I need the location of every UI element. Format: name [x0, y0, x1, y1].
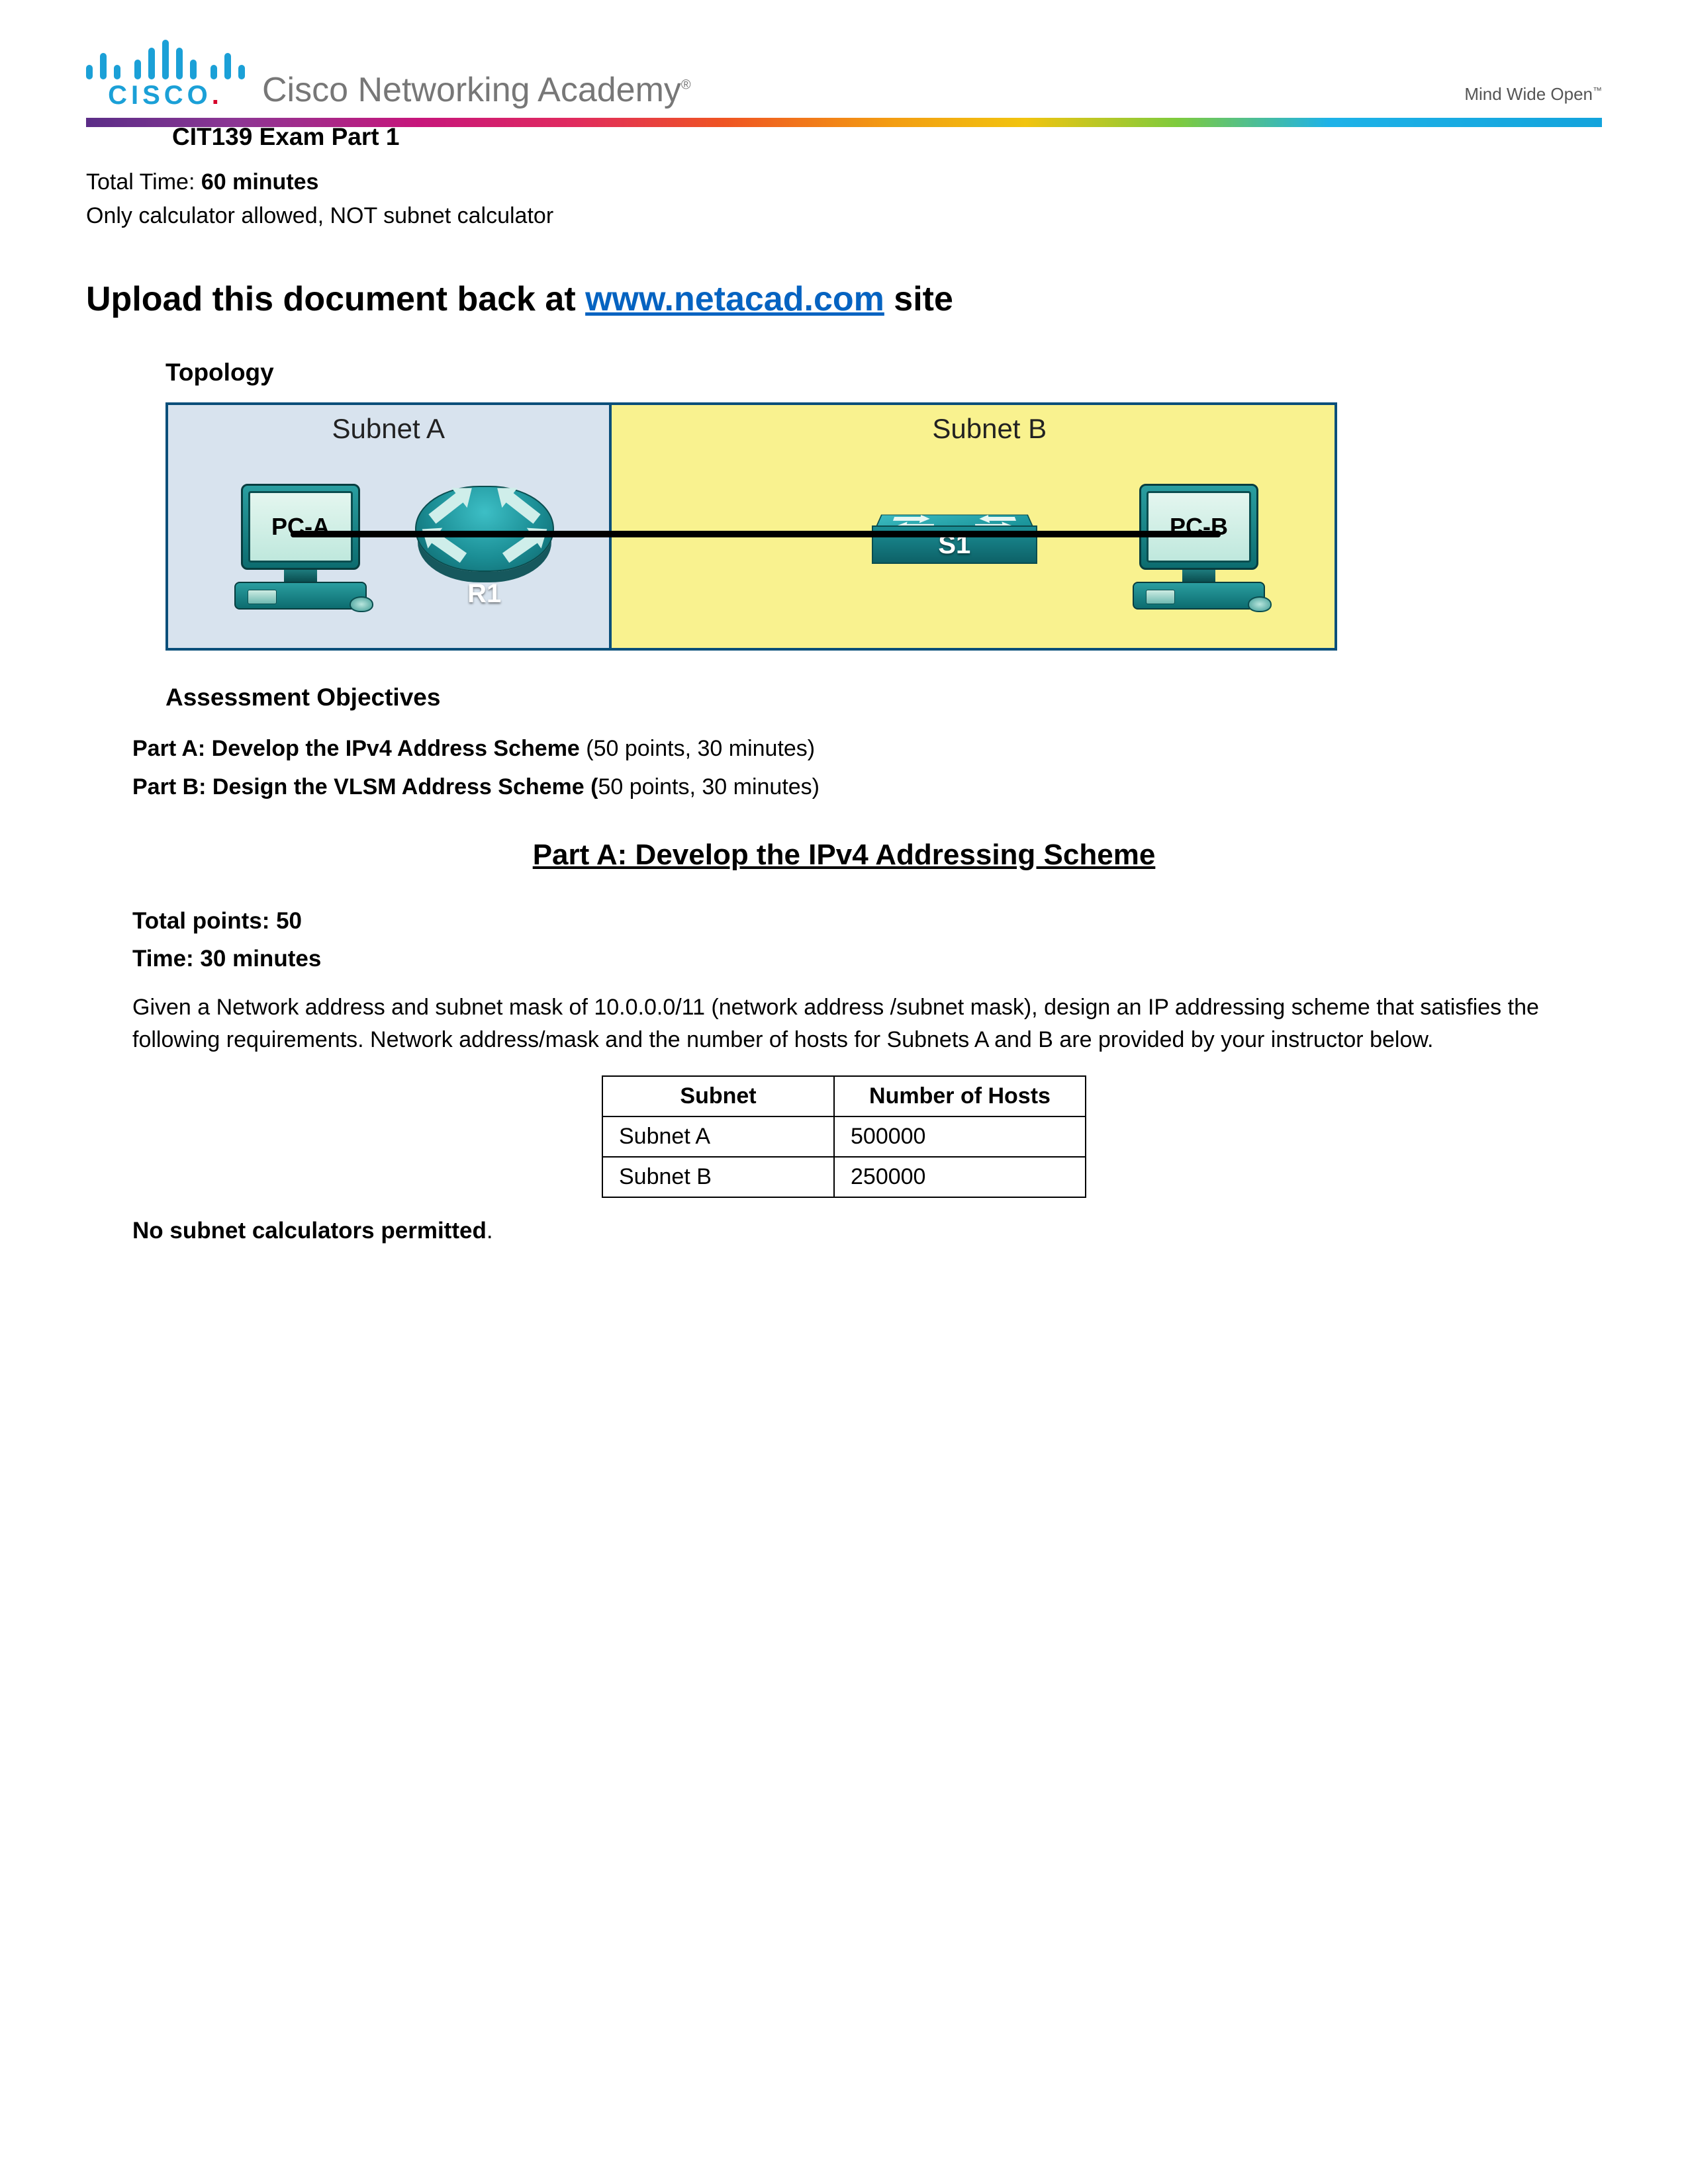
cisco-logo: CISCO.: [86, 40, 245, 109]
academy-title: Cisco Networking Academy®: [262, 73, 691, 109]
table-header-row: Subnet Number of Hosts: [602, 1076, 1086, 1116]
objective-b: Part B: Design the VLSM Address Scheme (…: [132, 768, 1602, 807]
col-hosts: Number of Hosts: [834, 1076, 1086, 1116]
router-icon: R1: [415, 486, 554, 572]
part-a-title: Part A: Develop the IPv4 Addressing Sche…: [86, 839, 1602, 872]
hosts-table: Subnet Number of Hosts Subnet A 500000 S…: [602, 1075, 1086, 1198]
logo-block: CISCO. Cisco Networking Academy®: [86, 40, 691, 109]
objectives-list: Part A: Develop the IPv4 Address Scheme …: [86, 730, 1602, 807]
pc-a-icon: PC-A: [228, 484, 373, 610]
pc-b-icon: PC-B: [1126, 484, 1272, 610]
table-row: Subnet B 250000: [602, 1157, 1086, 1197]
no-calculator-note: No subnet calculators permitted.: [86, 1218, 1602, 1244]
subnet-a-region: Subnet A G0/0 G0/1 F0/5 F0/6 PC-A: [168, 405, 612, 648]
netacad-link[interactable]: www.netacad.com: [585, 280, 884, 318]
subnet-a-label: Subnet A: [168, 413, 609, 445]
subnet-b-label: Subnet B: [645, 413, 1335, 445]
table-row: Subnet A 500000: [602, 1116, 1086, 1157]
router-arrow-icon: [504, 492, 540, 524]
router-label: R1: [467, 579, 501, 609]
part-a-points: Total points: 50: [132, 902, 1602, 940]
router-arrow-icon: [428, 492, 465, 524]
cisco-bars-icon: [86, 40, 245, 79]
topology-diagram-wrap: Subnet A G0/0 G0/1 F0/5 F0/6 PC-A: [86, 402, 1602, 651]
cell-hosts: 250000: [834, 1157, 1086, 1197]
calc-rule: Only calculator allowed, NOT subnet calc…: [86, 199, 1602, 233]
tagline: Mind Wide Open™: [1464, 84, 1602, 109]
content: CIT139 Exam Part 1 Total Time: 60 minute…: [86, 123, 1602, 1244]
col-subnet: Subnet: [602, 1076, 834, 1116]
page-header: CISCO. Cisco Networking Academy® Mind Wi…: [86, 40, 1602, 118]
cell-hosts: 500000: [834, 1116, 1086, 1157]
switch-icon: S1: [872, 494, 1037, 564]
network-cable: [291, 531, 1221, 537]
part-a-meta: Total points: 50 Time: 30 minutes: [86, 902, 1602, 979]
page: CISCO. Cisco Networking Academy® Mind Wi…: [0, 0, 1688, 2184]
exam-meta: Total Time: 60 minutes Only calculator a…: [86, 165, 1602, 233]
switch-arrow-icon: [987, 517, 1015, 521]
cell-subnet: Subnet A: [602, 1116, 834, 1157]
upload-instruction: Upload this document back at www.netacad…: [86, 279, 1602, 319]
exam-title: CIT139 Exam Part 1: [86, 123, 1602, 151]
part-a-description: Given a Network address and subnet mask …: [86, 991, 1602, 1057]
cisco-wordmark: CISCO.: [108, 82, 223, 109]
part-a-time: Time: 30 minutes: [132, 940, 1602, 978]
subnet-b-region: Subnet B S1 PC-B: [612, 405, 1335, 648]
objectives-heading: Assessment Objectives: [86, 684, 1602, 711]
objective-a: Part A: Develop the IPv4 Address Scheme …: [132, 730, 1602, 768]
topology-heading: Topology: [86, 359, 1602, 387]
total-time-line: Total Time: 60 minutes: [86, 165, 1602, 199]
cell-subnet: Subnet B: [602, 1157, 834, 1197]
switch-arrow-icon: [893, 517, 921, 521]
topology-diagram: Subnet A G0/0 G0/1 F0/5 F0/6 PC-A: [165, 402, 1337, 651]
